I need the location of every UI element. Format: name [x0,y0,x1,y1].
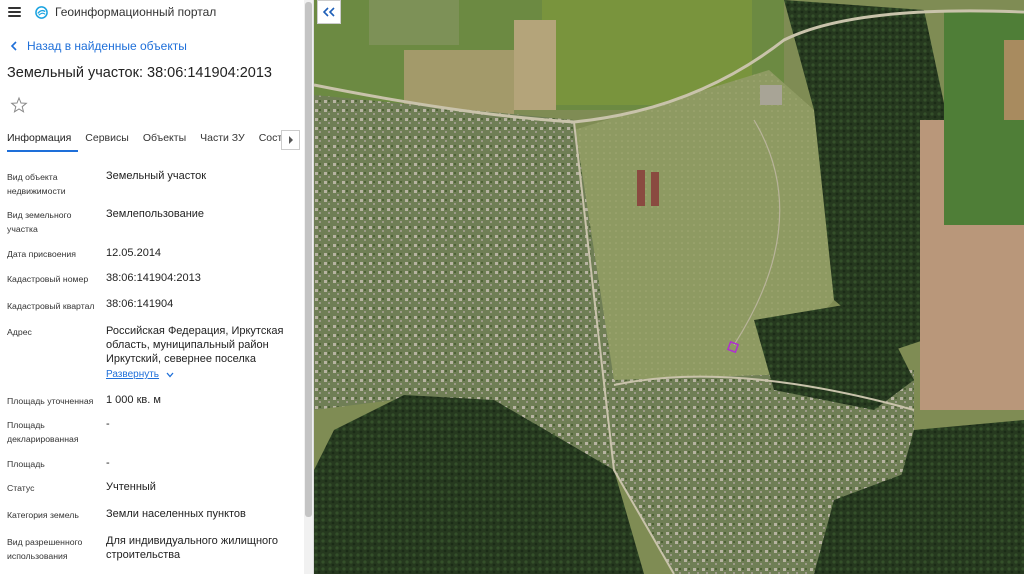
label-cadastral-number: Кадастровый номер [7,274,89,284]
page-title: Земельный участок: 38:06:141904:2013 [7,65,272,81]
panel-scrollbar-thumb[interactable] [305,2,312,517]
satellite-imagery [314,0,1024,574]
satellite-map[interactable] [314,0,1024,574]
value-permitted-use: Для индивидуального жилищного строительс… [106,535,279,561]
label-cadastral-quarter: Кадастровый квартал [7,301,95,311]
hamburger-icon[interactable] [8,7,21,17]
back-link-label: Назад в найденные объекты [27,39,187,53]
value-cadastral-quarter: 38:06:141904 [106,298,174,310]
chevron-down-icon [166,372,174,377]
tab-services[interactable]: Сервисы [78,128,136,153]
portal-logo-icon [35,5,48,19]
value-land-category: Земли населенных пунктов [106,508,246,520]
value-address: Российская Федерация, Иркутская область,… [106,325,284,365]
label-permitted-use: Вид разрешенного использования [7,537,83,561]
tab-information[interactable]: Информация [0,128,79,153]
value-area-declared: - [106,418,110,430]
label-assignment-date: Дата присвоения [7,249,76,259]
label-land-type: Вид земельного участка [7,210,72,234]
app-title: Геоинформационный портал [55,5,217,19]
label-area-declared: Площадь декларированная [7,420,79,444]
tabs-scroll-right-button[interactable] [281,130,300,150]
value-land-type: Землепользование [106,208,205,220]
value-cadastral-number: 38:06:141904:2013 [106,272,201,284]
value-assignment-date: 12.05.2014 [106,247,162,259]
label-object-type: Вид объекта недвижимости [7,172,66,196]
back-link[interactable]: Назад в найденные объекты [10,39,187,53]
info-panel: Геоинформационный портал Назад в найденн… [0,0,314,574]
value-area: - [106,457,110,469]
label-land-category: Категория земель [7,510,79,520]
label-address: Адрес [7,327,32,337]
tab-objects[interactable]: Объекты [136,128,193,153]
label-area: Площадь [7,459,45,469]
tab-bar: Информация Сервисы Объекты Части ЗУ Сост… [0,128,300,153]
collapse-panel-button[interactable] [317,0,341,24]
chevron-right-icon [288,136,293,144]
star-outline-icon[interactable] [10,96,28,114]
double-chevron-left-icon [323,7,335,17]
chevron-left-icon [10,41,17,51]
app-header: Геоинформационный портал [0,0,313,24]
value-area-specified: 1 000 кв. м [106,394,161,406]
label-area-specified: Площадь уточненная [7,396,94,406]
expand-label: Развернуть [106,369,160,380]
value-status: Учтенный [106,481,156,493]
label-status: Статус [7,483,35,493]
value-object-type: Земельный участок [106,170,207,182]
tab-parcel-parts[interactable]: Части ЗУ [193,128,252,153]
address-expand-link[interactable]: Развернуть [106,369,174,380]
